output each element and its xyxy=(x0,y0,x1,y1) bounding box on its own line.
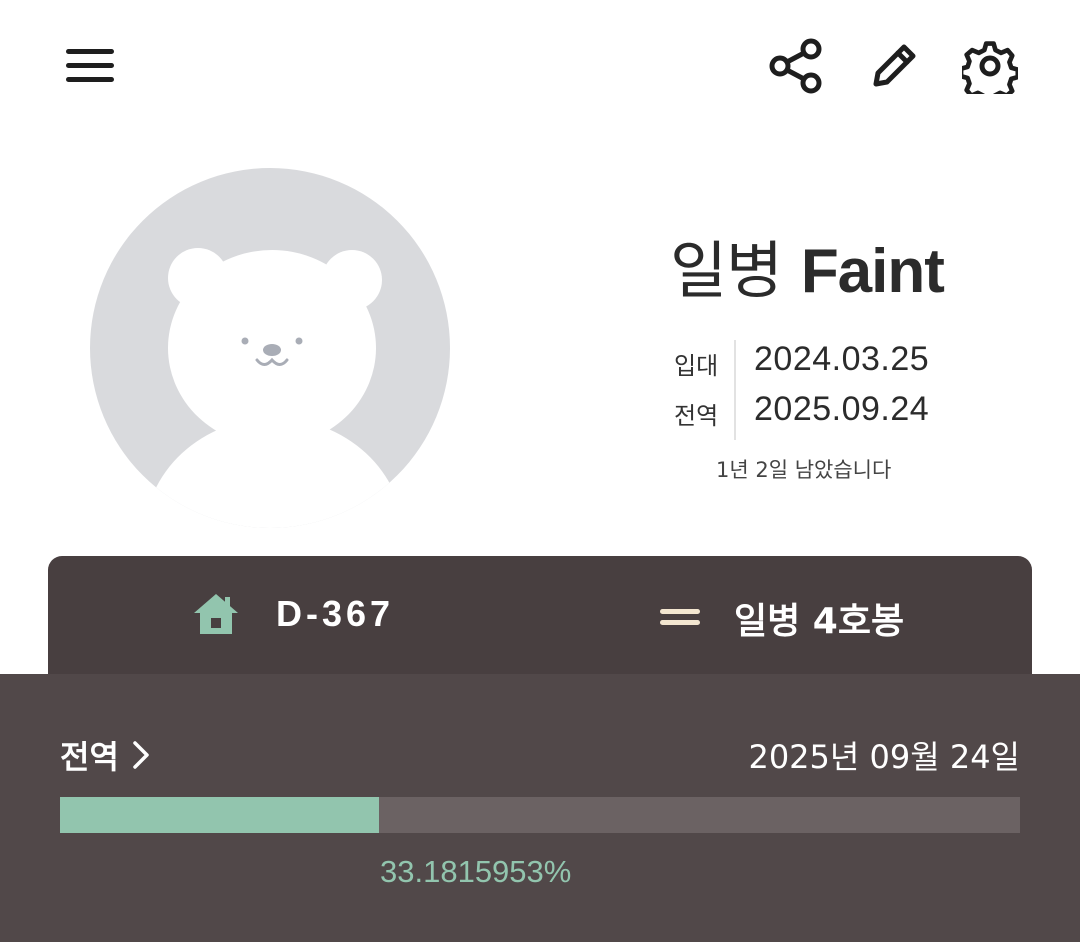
share-button[interactable] xyxy=(764,34,828,98)
menu-button[interactable] xyxy=(58,34,122,98)
bear-avatar-icon xyxy=(144,248,404,528)
discharge-label: 전역 xyxy=(674,402,719,430)
date-divider xyxy=(734,340,736,440)
edit-button[interactable] xyxy=(862,34,926,98)
progress-percent: 33.1815953% xyxy=(380,854,572,889)
service-summary-card: D-367 일병 4호봉 xyxy=(48,556,1032,686)
enlist-label: 입대 xyxy=(674,352,719,380)
profile-nickname: Faint xyxy=(800,237,945,306)
share-icon xyxy=(769,38,822,94)
service-dates: 입대 2024.03.25 전역 2025.09.24 xyxy=(674,338,974,440)
hamburger-menu-icon xyxy=(66,49,114,82)
rank-stripes-icon xyxy=(660,609,700,625)
dday-stat: D-367 xyxy=(192,592,394,636)
gear-icon xyxy=(962,41,1018,94)
profile-name: 일병 Faint xyxy=(670,220,945,310)
settings-button[interactable] xyxy=(958,34,1022,98)
discharge-date: 2025.09.24 xyxy=(754,390,930,428)
discharge-date-text: 2025년 09월 24일 xyxy=(748,738,1020,776)
discharge-progress-panel: 전역 2025년 09월 24일 33.1815953% xyxy=(0,674,1080,942)
avatar-background xyxy=(90,168,450,528)
top-bar xyxy=(0,0,1080,130)
chevron-right-icon xyxy=(133,741,149,769)
profile-avatar[interactable] xyxy=(90,168,450,528)
rank-step-text: 일병 4호봉 xyxy=(734,601,905,642)
enlist-date: 2024.03.25 xyxy=(754,340,930,378)
discharge-progress-link[interactable]: 전역 xyxy=(60,732,151,778)
home-icon xyxy=(194,594,238,634)
progress-title: 전역 xyxy=(60,738,119,776)
rank-stat: 일병 4호봉 xyxy=(660,592,904,644)
dday-text: D-367 xyxy=(276,593,395,634)
pencil-icon xyxy=(873,44,916,87)
remaining-time-text: 1년 2일 남았습니다 xyxy=(716,458,892,482)
profile-rank: 일병 xyxy=(670,234,783,307)
progress-bar-track xyxy=(60,797,1020,833)
progress-bar-fill xyxy=(60,797,379,833)
